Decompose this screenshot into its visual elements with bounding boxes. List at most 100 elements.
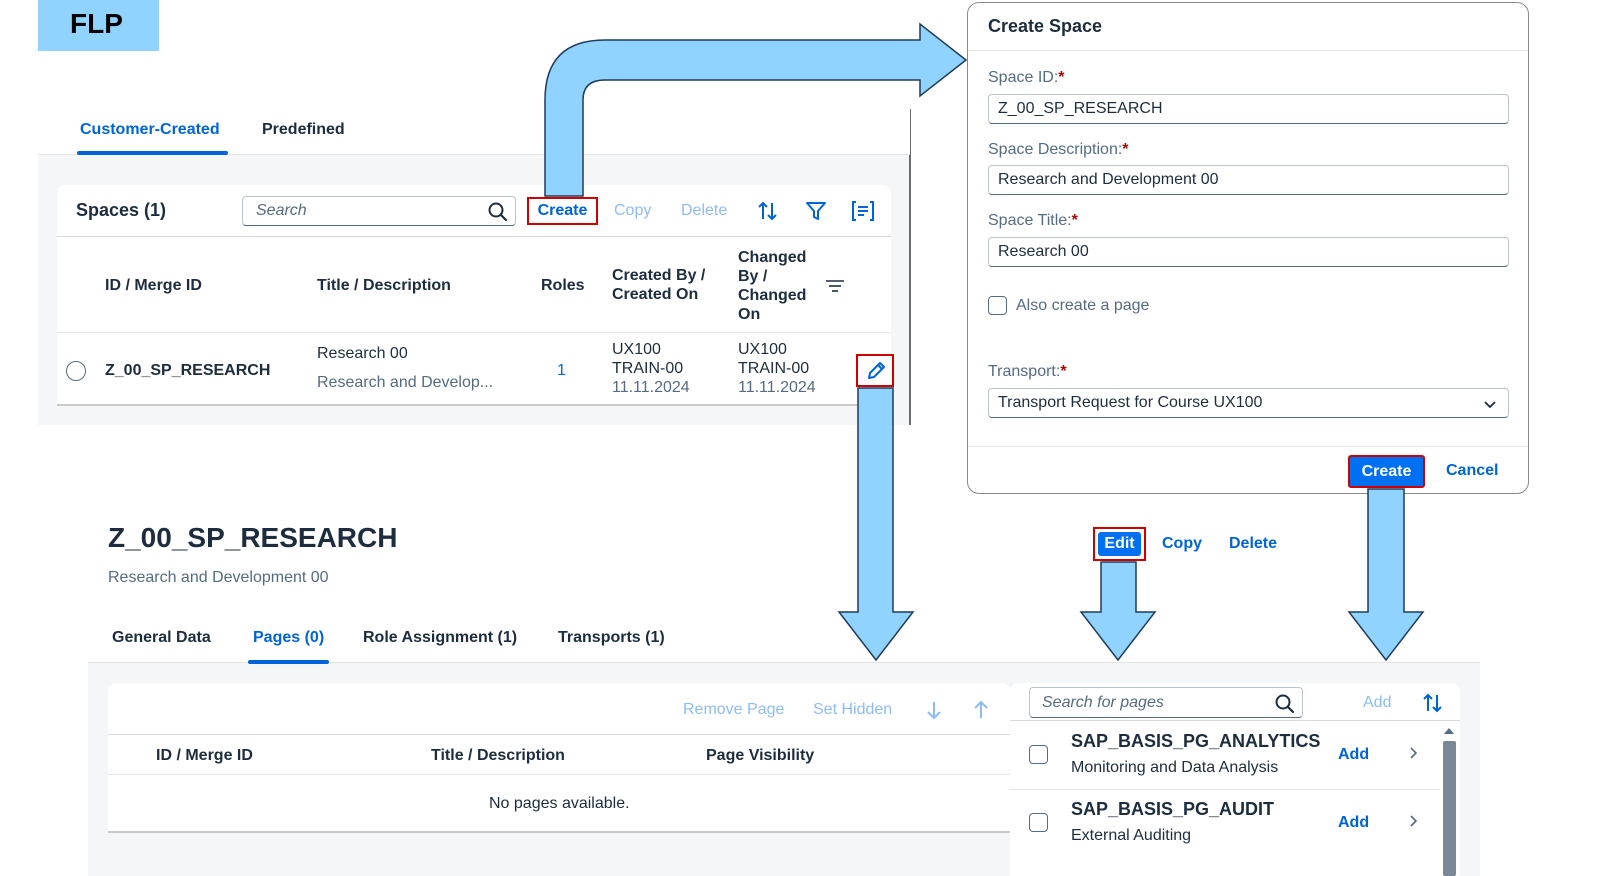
chevron-right-icon[interactable] (1408, 745, 1420, 761)
search-pages-input[interactable]: Search for pages (1029, 687, 1303, 718)
spaces-search-input[interactable]: Search (242, 196, 516, 226)
delete-space-button[interactable]: Delete (681, 202, 727, 220)
transport-select[interactable]: Transport Request for Course UX100 (988, 388, 1509, 418)
tab-customer-created[interactable]: Customer-Created (80, 121, 220, 139)
available-page-checkbox[interactable] (1029, 745, 1048, 764)
flp-badge: FLP (38, 0, 159, 51)
pencil-icon (868, 362, 885, 379)
remove-page-button[interactable]: Remove Page (683, 701, 784, 719)
space-title-value: Research 00 (998, 243, 1089, 260)
divider (1010, 789, 1440, 790)
delete-button[interactable]: Delete (1229, 535, 1277, 553)
divider (57, 332, 891, 333)
also-create-page-checkbox[interactable] (988, 296, 1007, 315)
tab-general-data[interactable]: General Data (112, 629, 211, 647)
row-created: UX100 TRAIN-00 11.11.2024 (612, 340, 712, 397)
tab-transports[interactable]: Transports (1) (558, 629, 665, 647)
add-page-link[interactable]: Add (1338, 746, 1369, 764)
transport-value: Transport Request for Course UX100 (998, 394, 1263, 411)
row-roles-link[interactable]: 1 (557, 362, 566, 380)
transport-label: Transport:* (988, 363, 1067, 381)
space-id-value: Z_00_SP_RESEARCH (998, 100, 1163, 117)
row-space-title: Research 00 (317, 345, 408, 362)
add-pages-button[interactable]: Add (1363, 694, 1391, 712)
space-description-input[interactable]: Research and Development 00 (988, 165, 1509, 195)
available-page-name: SAP_BASIS_PG_AUDIT (1071, 799, 1275, 819)
row-created-by: UX100 TRAIN-00 (612, 341, 684, 377)
scroll-up-icon[interactable] (1444, 728, 1454, 734)
space-detail-title: Z_00_SP_RESEARCH (108, 522, 398, 553)
divider (108, 734, 1010, 735)
divider (108, 831, 1010, 833)
row-changed-by: UX100 TRAIN-00 (738, 341, 810, 377)
active-tab-indicator (248, 660, 329, 664)
copy-button[interactable]: Copy (1162, 535, 1202, 553)
edit-button-label: Edit (1098, 532, 1141, 556)
move-down-icon[interactable] (925, 700, 943, 720)
transport-label-text: Transport: (988, 363, 1061, 380)
divider (108, 774, 1010, 775)
space-description-label: Space Description:* (988, 141, 1129, 159)
tab-predefined[interactable]: Predefined (262, 121, 345, 139)
search-pages-placeholder: Search for pages (1042, 694, 1164, 711)
dialog-title: Create Space (988, 16, 1103, 36)
required-marker: * (1060, 363, 1067, 380)
row-edit-button[interactable] (856, 354, 894, 387)
table-settings-icon[interactable] (851, 200, 875, 222)
pages-column-header-id: ID / Merge ID (156, 747, 253, 764)
column-header-id: ID / Merge ID (105, 277, 202, 294)
space-id-label-text: Space ID: (988, 69, 1059, 86)
pages-column-header-title: Title / Description (431, 747, 565, 764)
tab-role-assignment[interactable]: Role Assignment (1) (363, 629, 517, 647)
divider (968, 446, 1528, 447)
create-space-button[interactable]: Create (527, 197, 598, 225)
space-title-input[interactable]: Research 00 (988, 237, 1509, 267)
pages-column-header-visibility: Page Visibility (706, 747, 815, 764)
available-page-name: SAP_BASIS_PG_ANALYTICS (1071, 731, 1321, 751)
dialog-create-button[interactable]: Create (1348, 455, 1425, 488)
divider (1010, 720, 1460, 721)
add-page-link[interactable]: Add (1338, 814, 1369, 832)
search-icon[interactable] (487, 201, 509, 223)
available-page-checkbox[interactable] (1029, 813, 1048, 832)
empty-pages-message: No pages available. (489, 795, 630, 812)
move-up-icon[interactable] (972, 700, 990, 720)
active-tab-indicator (77, 151, 228, 155)
space-title-label: Space Title:* (988, 212, 1078, 230)
edit-button[interactable]: Edit (1093, 527, 1146, 561)
row-space-id[interactable]: Z_00_SP_RESEARCH (105, 362, 270, 380)
tab-pages[interactable]: Pages (0) (253, 629, 324, 647)
divider (57, 236, 891, 237)
row-created-on: 11.11.2024 (612, 379, 690, 396)
dialog-cancel-button[interactable]: Cancel (1446, 462, 1498, 480)
row-changed: UX100 TRAIN-00 11.11.2024 (738, 340, 838, 397)
space-id-input[interactable]: Z_00_SP_RESEARCH (988, 94, 1509, 124)
scrollbar-thumb[interactable] (1443, 741, 1456, 876)
column-header-created: Created By / Created On (612, 267, 706, 303)
row-select-radio[interactable] (66, 361, 86, 381)
space-id-label: Space ID:* (988, 69, 1065, 87)
required-marker: * (1058, 69, 1065, 86)
sort-icon[interactable] (1421, 692, 1445, 714)
spaces-table-title: Spaces (1) (76, 200, 167, 220)
available-page-description: External Auditing (1071, 827, 1192, 844)
space-detail-subtitle: Research and Development 00 (108, 569, 329, 586)
row-changed-on: 11.11.2024 (738, 379, 816, 396)
space-description-value: Research and Development 00 (998, 171, 1219, 188)
sort-icon[interactable] (756, 200, 780, 222)
filter-icon[interactable] (805, 200, 827, 222)
column-header-roles: Roles (541, 277, 585, 294)
search-placeholder: Search (256, 202, 307, 219)
copy-space-button[interactable]: Copy (614, 202, 651, 220)
column-header-changed: Changed By / Changed On (738, 249, 807, 323)
column-header-title: Title / Description (317, 277, 451, 294)
column-menu-icon[interactable] (825, 279, 845, 293)
set-hidden-button[interactable]: Set Hidden (813, 701, 892, 719)
chevron-right-icon[interactable] (1408, 813, 1420, 829)
row-space-description: Research and Develop... (317, 374, 494, 391)
required-marker: * (1071, 212, 1078, 229)
chevron-down-icon (1484, 401, 1496, 409)
flp-badge-label: FLP (70, 8, 123, 39)
search-icon[interactable] (1274, 693, 1296, 715)
also-create-page-label: Also create a page (1016, 297, 1150, 314)
